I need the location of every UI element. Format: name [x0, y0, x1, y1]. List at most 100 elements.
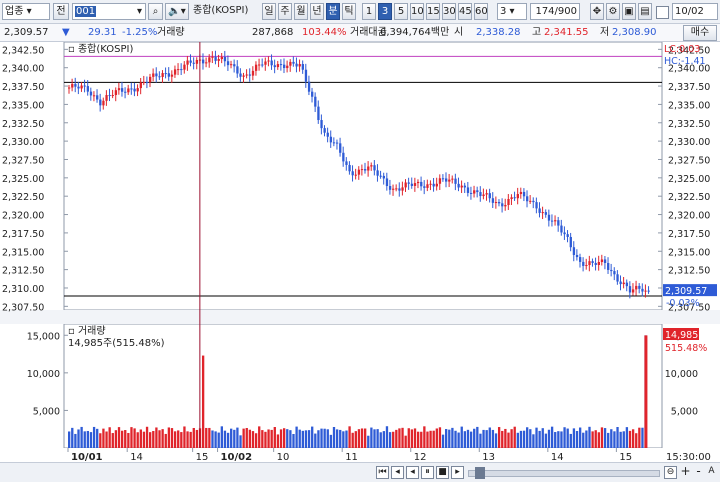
interval-button-5[interactable]: 15 [426, 3, 440, 20]
y-tick-label-left: 2,330.00 [2, 137, 44, 148]
volume-bar [441, 434, 445, 448]
interval-button-7[interactable]: 45 [458, 3, 472, 20]
quote-bar: 2,309.57 ▼ 29.31 -1.25% 거래량 287,868 103.… [0, 24, 720, 42]
volume-bar [311, 426, 314, 448]
scroll-track[interactable] [468, 467, 660, 479]
code-input[interactable]: 001 ▾ [72, 3, 146, 20]
y-tick-label-left: 2,315.00 [2, 247, 44, 258]
buy-button[interactable]: 매수 [683, 25, 717, 41]
speaker-icon[interactable]: 🔈▾ [165, 3, 189, 20]
code-value: 001 [75, 6, 97, 17]
y-tick-label-left: 2,310.00 [2, 284, 44, 295]
y-tick-label-left: 2,307.50 [2, 302, 44, 313]
candle [560, 225, 563, 233]
period-button-2[interactable]: 주 [278, 3, 292, 20]
volume-bar [99, 433, 102, 448]
layout-icon[interactable]: ▤ [638, 3, 652, 20]
settings-icon[interactable]: ⚙ [606, 3, 620, 20]
volume-bar [538, 430, 541, 448]
low-label: 저 [600, 27, 610, 38]
volume-bar [142, 431, 146, 448]
y-tick-label-right: 2,335.00 [668, 100, 710, 111]
volume-bar [80, 426, 83, 448]
y-tick-label-right: 2,315.00 [668, 247, 710, 258]
interval-button-1[interactable]: 1 [362, 3, 376, 20]
volume-bar [173, 431, 177, 448]
interval-button-6[interactable]: 30 [442, 3, 456, 20]
candle [569, 236, 572, 248]
volume-bar [482, 429, 485, 448]
candle [410, 183, 414, 186]
count-input[interactable]: 174/900 [530, 3, 580, 20]
zoom-out-icon[interactable]: ⊖ [664, 466, 677, 479]
period-button-3[interactable]: 월 [294, 3, 308, 20]
volume-bar [510, 429, 513, 448]
interval-button-3[interactable]: 5 [394, 3, 408, 20]
candle [80, 85, 83, 89]
candle [211, 56, 214, 58]
prev-icon[interactable]: ◂ [406, 466, 419, 479]
current-price: 2,309.57 [4, 27, 49, 38]
volume-bar [270, 429, 273, 448]
volume-bar [445, 429, 448, 448]
volume-bar [610, 429, 613, 448]
candle [647, 290, 650, 292]
chart-area[interactable]: 2,342.50 2,342.502,340.00 2,340.002,337.50… [0, 42, 720, 462]
candle [351, 171, 354, 176]
volume-bar [220, 426, 223, 448]
interval-select-value: 3 [500, 6, 507, 17]
cross-arrows-icon[interactable]: ✥ [590, 3, 604, 20]
date-input[interactable]: 10/02 [672, 3, 718, 20]
volume-bar [120, 430, 124, 448]
next-icon[interactable]: ▸ [451, 466, 464, 479]
candle [613, 271, 616, 275]
candle [145, 82, 149, 84]
candle [631, 289, 635, 293]
candle [133, 88, 136, 92]
volume-bar [410, 429, 414, 448]
candle [585, 265, 588, 267]
pause-icon[interactable]: ⏸ [421, 466, 434, 479]
period-button-5[interactable]: 분 [326, 3, 340, 20]
candle [401, 187, 404, 191]
category-select[interactable]: 업종 ▾ [2, 3, 50, 20]
candle [92, 95, 96, 97]
candle [519, 191, 523, 195]
volume-bar [522, 430, 526, 448]
candle [635, 285, 638, 290]
period-button-4[interactable]: 년 [310, 3, 324, 20]
volume-bar [254, 433, 258, 448]
zoom-in-button[interactable]: + [679, 465, 692, 479]
interval-select[interactable]: 3 ▾ [497, 3, 527, 20]
interval-button-8[interactable]: 60 [474, 3, 488, 20]
volume-bar [373, 429, 376, 448]
candle [258, 64, 261, 66]
interval-button-4[interactable]: 10 [410, 3, 424, 20]
volume-bar [485, 430, 488, 448]
period-button-6[interactable]: 틱 [342, 3, 356, 20]
candle [388, 186, 392, 190]
candle [473, 190, 476, 194]
candle [161, 73, 164, 77]
minus-button[interactable]: - [692, 465, 705, 479]
a-button[interactable]: A [705, 466, 718, 479]
candle [261, 64, 264, 66]
search-icon[interactable]: ⌕ [148, 3, 163, 20]
prev-page-icon[interactable]: ◂ [391, 466, 404, 479]
volume-bar [529, 429, 532, 448]
volume-bar [161, 429, 164, 448]
volume-bar [638, 427, 641, 448]
candle [292, 61, 295, 64]
volume-bar [248, 429, 252, 448]
first-page-icon[interactable]: ⏮ [376, 466, 389, 479]
stop-icon[interactable]: ■ [436, 466, 449, 479]
save-icon[interactable]: ▣ [622, 3, 636, 20]
volume-bar [208, 427, 211, 448]
candle [460, 185, 463, 188]
period-button-1[interactable]: 일 [262, 3, 276, 20]
scroll-handle[interactable] [475, 467, 485, 479]
interval-button-2[interactable]: 3 [378, 3, 392, 20]
date-checkbox[interactable] [656, 6, 669, 19]
jeon-button[interactable]: 전 [53, 3, 69, 20]
volume-bar [438, 427, 442, 448]
